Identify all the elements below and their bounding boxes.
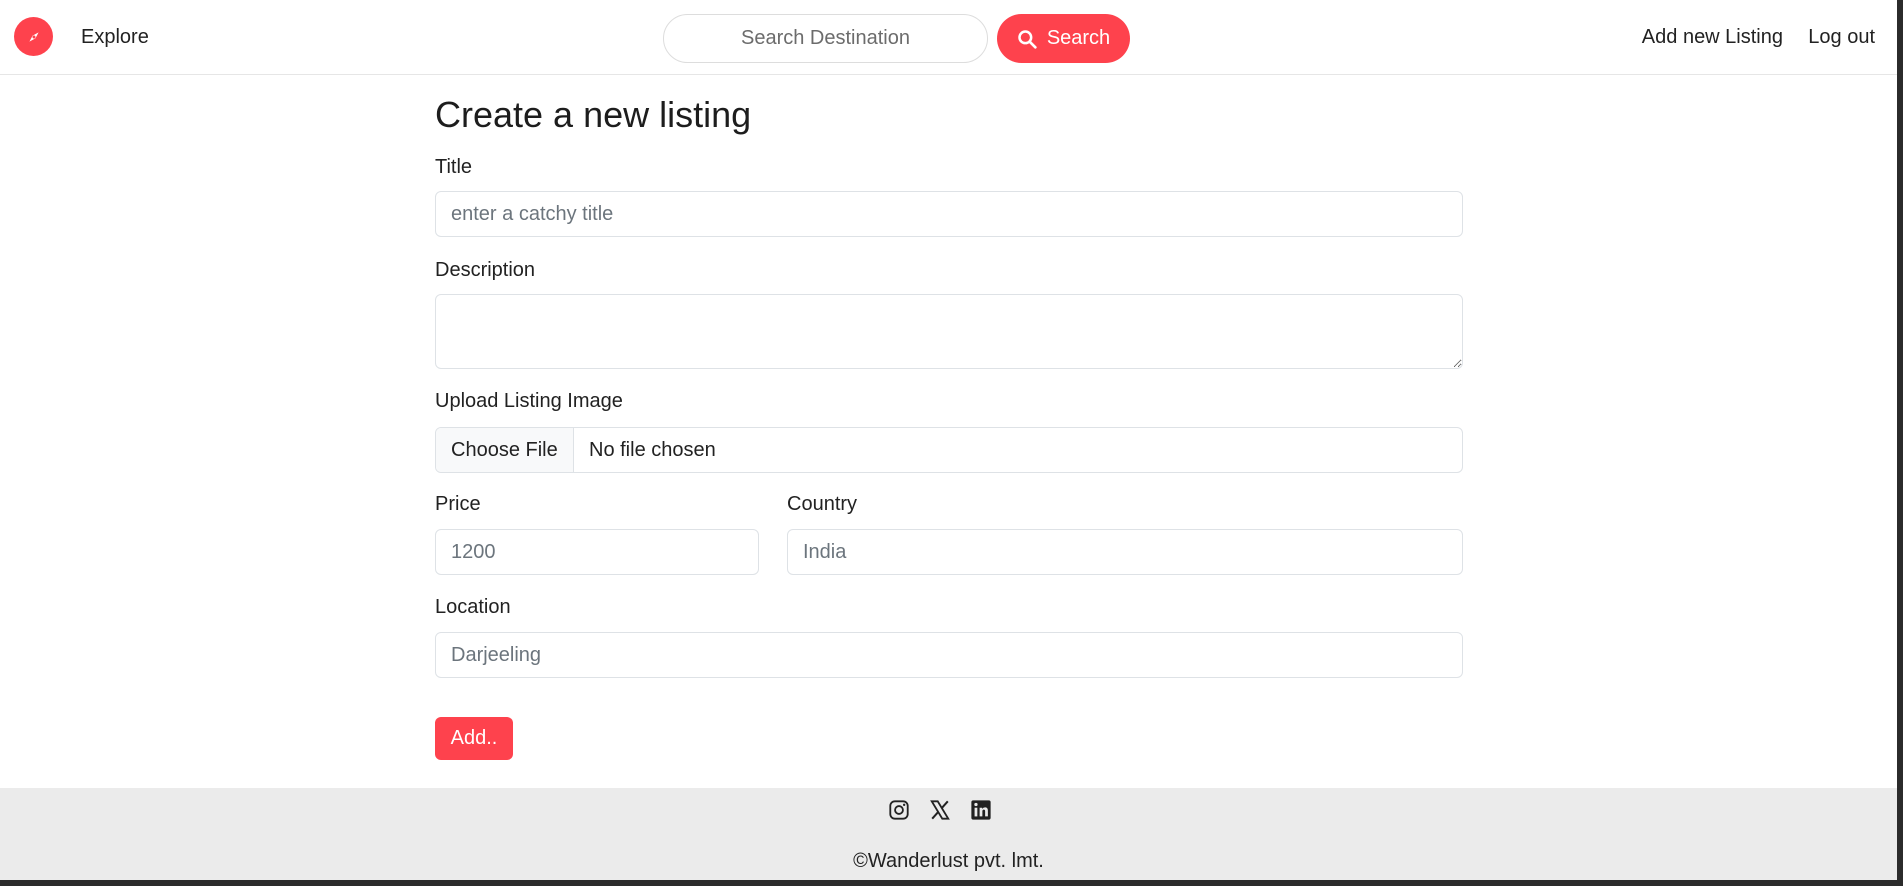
choose-file-button[interactable]: Choose File	[436, 428, 574, 472]
image-upload-label: Upload Listing Image	[435, 390, 623, 412]
nav-explore-link[interactable]: Explore	[81, 26, 149, 49]
linkedin-icon[interactable]	[969, 798, 993, 822]
location-input[interactable]	[435, 632, 1463, 678]
search-button-label: Search	[1046, 27, 1111, 49]
title-label: Title	[435, 156, 473, 178]
add-listing-submit-button[interactable]: Add..	[435, 717, 513, 760]
instagram-icon[interactable]	[887, 798, 911, 822]
footer: ©Wanderlust pvt. lmt.	[0, 788, 1897, 880]
country-input[interactable]	[787, 529, 1463, 575]
image-file-input[interactable]: Choose File No file chosen	[435, 427, 1463, 473]
location-label: Location	[435, 596, 511, 618]
add-new-listing-link[interactable]: Add new Listing	[1642, 26, 1783, 49]
title-input[interactable]	[435, 191, 1463, 237]
copyright-text: ©Wanderlust pvt. lmt.	[853, 850, 1044, 872]
page: Explore Search Add new Listing Log out C…	[0, 0, 1897, 880]
search-button[interactable]: Search	[997, 14, 1130, 63]
price-label: Price	[435, 493, 481, 515]
social-links	[887, 798, 993, 822]
listing-form: Create a new listing Title Description U…	[435, 90, 1463, 760]
search-icon	[1018, 29, 1037, 49]
page-title: Create a new listing	[435, 94, 752, 135]
x-twitter-icon[interactable]	[928, 798, 952, 822]
price-input[interactable]	[435, 529, 759, 575]
description-textarea[interactable]	[435, 294, 1463, 369]
compass-icon[interactable]	[14, 17, 53, 56]
search-input[interactable]	[663, 14, 988, 63]
file-status-text: No file chosen	[589, 438, 716, 461]
compass-glyph	[28, 31, 39, 42]
country-label: Country	[787, 493, 858, 515]
logout-link[interactable]: Log out	[1808, 26, 1875, 49]
navbar: Explore Search Add new Listing Log out	[0, 0, 1897, 75]
description-label: Description	[435, 259, 536, 281]
